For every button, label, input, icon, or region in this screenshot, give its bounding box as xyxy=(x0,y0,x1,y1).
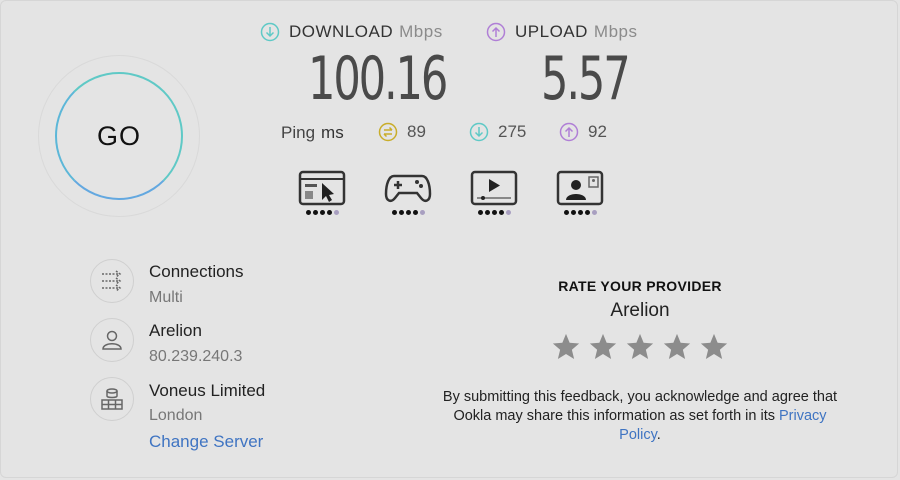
ping-idle-value: 89 xyxy=(407,122,426,141)
isp-ip: 80.239.240.3 xyxy=(149,348,243,365)
multi-connections-icon xyxy=(102,270,122,292)
star-icon-4[interactable] xyxy=(662,332,692,362)
star-icon-5[interactable] xyxy=(699,332,729,362)
download-arrow-icon xyxy=(260,22,280,42)
video-player-icon xyxy=(470,170,518,206)
ping-download-value: 275 xyxy=(498,122,527,141)
star-icon-2[interactable] xyxy=(588,332,618,362)
gamepad-icon xyxy=(384,174,432,203)
upload-arrow-icon xyxy=(559,122,579,142)
ping-idle-icon xyxy=(378,122,398,142)
rate-title: RATE YOUR PROVIDER xyxy=(558,278,722,294)
quality-dots xyxy=(384,210,432,215)
server-icon-wrap xyxy=(90,377,134,421)
ping-upload: 92 xyxy=(559,122,607,142)
video-chat-icon xyxy=(556,170,604,206)
isp-name: Arelion xyxy=(149,321,202,340)
disclaimer-end: . xyxy=(656,427,661,443)
upload-value: 5.57 xyxy=(541,44,631,114)
quality-dots xyxy=(470,210,518,215)
ping-upload-value: 92 xyxy=(588,122,607,141)
connections-icon-wrap xyxy=(90,259,134,303)
quality-gaming xyxy=(384,170,432,222)
disclaimer-text: By submitting this feedback, you acknowl… xyxy=(442,389,838,424)
quality-video-chat xyxy=(556,170,604,222)
download-unit: Mbps xyxy=(399,22,443,41)
ping-idle: 89 xyxy=(378,122,426,142)
isp-icon-wrap xyxy=(90,318,134,362)
server-location: London xyxy=(149,407,203,424)
quality-video-streaming xyxy=(470,170,518,222)
ping-label: Ping xyxy=(281,123,316,142)
quality-web-browsing xyxy=(298,170,346,222)
user-icon xyxy=(102,330,122,350)
go-button[interactable]: GO xyxy=(55,72,183,200)
download-label: DOWNLOAD xyxy=(289,22,394,41)
download-arrow-icon xyxy=(469,122,489,142)
ping-label-group: Ping ms xyxy=(281,122,344,144)
server-name: Voneus Limited xyxy=(149,381,266,400)
quality-dots xyxy=(556,210,604,215)
upload-unit: Mbps xyxy=(593,22,638,41)
server-stack-icon xyxy=(101,388,123,410)
ping-unit: ms xyxy=(321,123,344,142)
upload-header: UPLOAD Mbps xyxy=(486,22,638,42)
feedback-disclaimer: By submitting this feedback, you acknowl… xyxy=(440,388,840,445)
connections-value: Multi xyxy=(149,289,183,306)
upload-arrow-icon xyxy=(486,22,506,42)
browser-cursor-icon xyxy=(298,170,346,206)
quality-dots xyxy=(298,210,346,215)
download-header: DOWNLOAD Mbps xyxy=(260,22,443,42)
rating-stars xyxy=(551,332,729,362)
ping-download: 275 xyxy=(469,122,526,142)
upload-label: UPLOAD xyxy=(515,22,588,41)
rate-provider-name: Arelion xyxy=(610,300,670,321)
download-value: 100.16 xyxy=(308,44,448,114)
change-server-link[interactable]: Change Server xyxy=(149,432,263,452)
star-icon-1[interactable] xyxy=(551,332,581,362)
star-icon-3[interactable] xyxy=(625,332,655,362)
connections-title: Connections xyxy=(149,262,244,281)
